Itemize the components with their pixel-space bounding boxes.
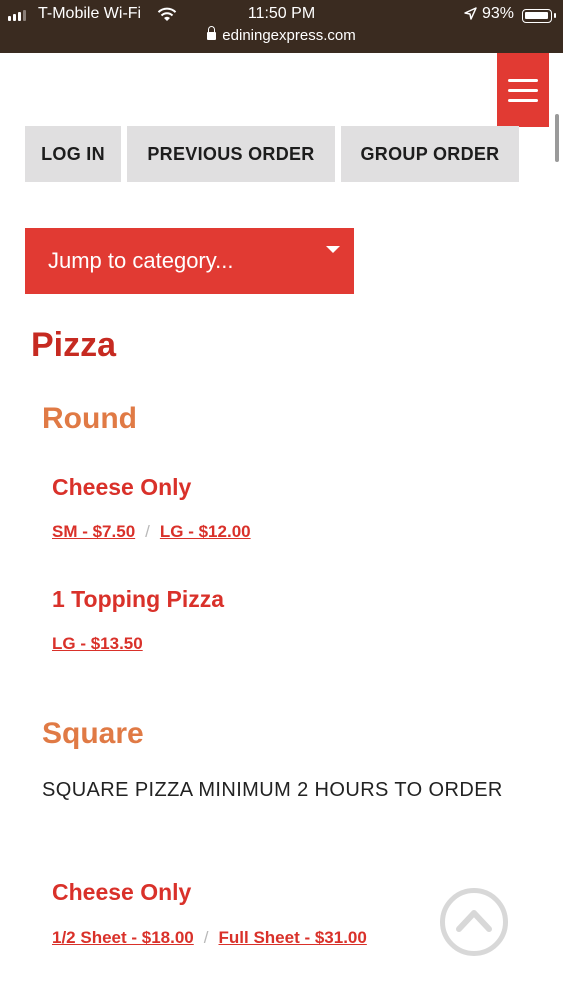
previous-order-button[interactable]: PREVIOUS ORDER [127, 126, 335, 182]
price-link[interactable]: SM - $7.50 [52, 522, 135, 542]
menu-button[interactable] [497, 53, 549, 127]
jump-to-category-select[interactable]: Jump to category... [25, 228, 354, 294]
battery-percent: 93% [482, 5, 515, 22]
scrollbar[interactable] [555, 114, 559, 162]
price-separator: / [203, 928, 209, 947]
price-options: LG - $13.50 [52, 634, 143, 654]
section-heading-square: Square [42, 717, 144, 750]
price-link[interactable]: Full Sheet - $31.00 [219, 928, 367, 948]
price-options: 1/2 Sheet - $18.00 / Full Sheet - $31.00 [52, 928, 367, 948]
battery-icon [522, 9, 556, 23]
location-arrow-icon [464, 7, 477, 25]
category-heading: Pizza [31, 326, 117, 364]
url-text: ediningexpress.com [222, 27, 356, 44]
price-options: SM - $7.50 / LG - $12.00 [52, 522, 251, 542]
item-name: 1 Topping Pizza [52, 586, 225, 612]
item-name: Cheese Only [52, 879, 192, 905]
address-bar[interactable]: ediningexpress.com [0, 26, 563, 44]
section-note: SQUARE PIZZA MINIMUM 2 HOURS TO ORDER [42, 779, 503, 801]
clock: 11:50 PM [247, 5, 316, 22]
price-separator: / [145, 522, 150, 541]
jump-label: Jump to category... [48, 248, 234, 273]
caret-down-icon [326, 246, 340, 253]
login-button[interactable]: LOG IN [25, 126, 121, 182]
chevron-up-icon [456, 910, 492, 932]
status-bar: T-Mobile Wi-Fi 11:50 PM 93% ediningexpre… [0, 0, 563, 53]
group-order-button[interactable]: GROUP ORDER [341, 126, 519, 182]
section-heading-round: Round [42, 402, 137, 435]
back-to-top-button[interactable] [440, 888, 508, 956]
item-name: Cheese Only [52, 474, 192, 500]
price-link[interactable]: 1/2 Sheet - $18.00 [52, 928, 194, 948]
hamburger-icon [508, 78, 538, 82]
lock-icon [207, 26, 217, 40]
price-link[interactable]: LG - $12.00 [160, 522, 251, 542]
price-link[interactable]: LG - $13.50 [52, 634, 143, 654]
